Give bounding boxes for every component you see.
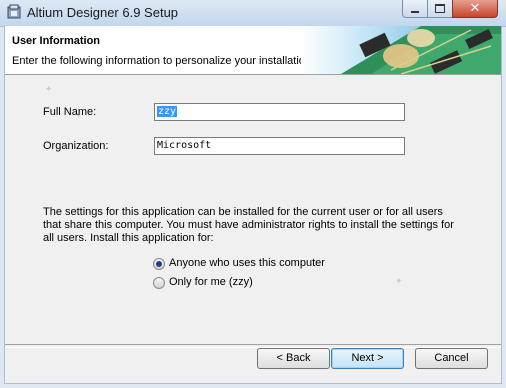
organization-value: Microsoft — [157, 140, 212, 151]
back-button[interactable]: < Back — [257, 348, 330, 369]
next-button[interactable]: Next > — [331, 348, 404, 369]
organization-field[interactable]: Microsoft — [154, 137, 405, 155]
full-name-label: Full Name: — [43, 106, 97, 118]
minimize-icon — [411, 10, 419, 13]
full-name-field[interactable]: zzy — [154, 103, 405, 121]
option-only-me-label[interactable]: Only for me (zzy) — [169, 276, 253, 288]
title-bar[interactable]: Altium Designer 6.9 Setup ✕ — [0, 0, 506, 27]
full-name-value: zzy — [157, 106, 178, 117]
minimize-button[interactable] — [402, 0, 428, 18]
watermark-text: ✦ — [45, 84, 53, 94]
page-subtitle: Enter the following information to perso… — [12, 55, 315, 67]
window-title: Altium Designer 6.9 Setup — [27, 5, 179, 20]
option-anyone-label[interactable]: Anyone who uses this computer — [169, 257, 325, 269]
radio-selected-dot — [156, 261, 162, 267]
dialog-frame: User Information Enter the following inf… — [4, 26, 502, 384]
cancel-button[interactable]: Cancel — [415, 348, 488, 369]
watermark-text: ✦ — [395, 276, 403, 286]
install-scope-description: The settings for this application can be… — [43, 206, 454, 244]
close-button[interactable]: ✕ — [452, 0, 498, 18]
organization-label: Organization: — [43, 140, 109, 152]
page-title: User Information — [12, 35, 101, 47]
close-icon: ✕ — [469, 1, 481, 16]
maximize-button[interactable] — [427, 0, 453, 18]
content-panel: ✦ ✦ ✦ ✦ Full Name: zzy Organization: Mic… — [5, 76, 501, 354]
radio-anyone[interactable] — [153, 258, 165, 270]
installer-icon — [7, 4, 21, 19]
maximize-icon — [435, 4, 445, 13]
circuit-board-graphic — [301, 26, 501, 74]
header-banner: User Information Enter the following inf… — [5, 26, 501, 74]
radio-only-me[interactable] — [153, 277, 165, 289]
